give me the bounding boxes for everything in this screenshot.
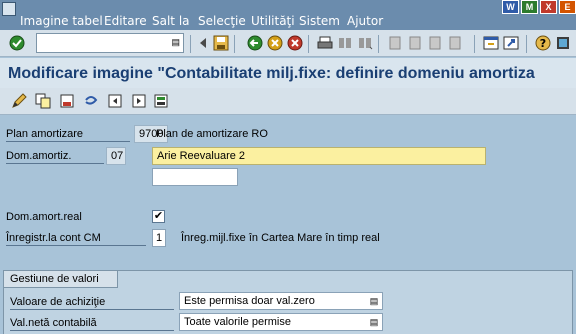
find-next-icon[interactable] [356, 34, 374, 52]
dom-amort-real-label: Dom.amort.real [6, 211, 82, 223]
menu-bar: Imagine tabel Editare Salt la Selecţie U… [0, 0, 576, 30]
shortcut-icon[interactable] [502, 34, 520, 52]
menu-imagine-tabel[interactable]: Imagine tabel [20, 14, 103, 28]
enter-icon[interactable] [8, 34, 26, 52]
excel-icon[interactable]: M [521, 0, 538, 14]
post-to-gl-description: Înreg.mijl.fixe în Cartea Mare în timp r… [181, 232, 380, 244]
customize-icon[interactable] [554, 34, 572, 52]
dom-amortiz-value: 07 [106, 147, 126, 165]
menu-salt-la[interactable]: Salt la [152, 14, 190, 28]
command-field[interactable]: ▤ [36, 33, 184, 53]
net-book-value-text: Toate valorile permise [184, 316, 291, 328]
close-window-icon[interactable]: X [540, 0, 557, 14]
previous-page-icon[interactable] [406, 34, 424, 52]
dropdown-icon[interactable]: ▤ [368, 295, 380, 307]
back-arrow-icon[interactable] [194, 34, 212, 52]
exit-icon[interactable] [266, 34, 284, 52]
plan-amortizare-label: Plan amortizare [6, 128, 130, 142]
menu-ajutor[interactable]: Ajutor [347, 14, 383, 28]
next-page-icon[interactable] [426, 34, 444, 52]
net-book-value-dropdown[interactable]: Toate valorile permise ▤ [179, 313, 383, 331]
next-entry-icon[interactable] [130, 92, 148, 110]
undo-icon[interactable] [82, 92, 100, 110]
valoare-achizitie-label: Valoare de achiziţie [10, 296, 174, 310]
menu-selectie[interactable]: Selecţie [198, 14, 246, 28]
back-icon[interactable] [246, 34, 264, 52]
dom-amortiz-label: Dom.amortiz. [6, 150, 104, 164]
window-menu-icon[interactable] [2, 2, 16, 16]
acquisition-value-text: Este permisa doar val.zero [184, 295, 315, 307]
val-neta-contabila-label: Val.netă contabilă [10, 317, 174, 331]
find-icon[interactable] [336, 34, 354, 52]
area-description-field[interactable]: Arie Reevaluare 2 [152, 147, 486, 165]
title-bar: Modificare imagine "Contabilitate milj.f… [0, 58, 576, 88]
application-icon[interactable]: E [559, 0, 576, 14]
real-area-checkbox[interactable]: ✔ [152, 210, 165, 223]
application-toolbar [0, 88, 576, 115]
help-icon[interactable]: ? [534, 34, 552, 52]
window-buttons: W M X E [502, 0, 576, 14]
new-session-icon[interactable] [482, 34, 500, 52]
copy-icon[interactable] [34, 92, 52, 110]
dropdown-icon[interactable]: ▤ [368, 316, 380, 328]
area-short-description-field[interactable] [152, 168, 238, 186]
save-icon[interactable] [212, 34, 230, 52]
history-dropdown-icon[interactable]: ▤ [171, 37, 180, 48]
command-input[interactable] [37, 34, 165, 52]
value-maintenance-group: Gestiune de valori Valoare de achiziţie … [3, 270, 573, 334]
last-page-icon[interactable] [446, 34, 464, 52]
menu-sistem[interactable]: Sistem [299, 14, 340, 28]
main-content: Plan amortizare 9700 Plan de amortizare … [0, 116, 576, 334]
delete-icon[interactable] [58, 92, 76, 110]
first-page-icon[interactable] [386, 34, 404, 52]
svg-text:?: ? [540, 37, 546, 50]
post-to-gl-field[interactable]: 1 [152, 229, 166, 247]
menu-utilitati[interactable]: Utilităţi [251, 14, 295, 28]
inregistr-cont-cm-label: Înregistr.la cont CM [6, 232, 146, 246]
previous-entry-icon[interactable] [106, 92, 124, 110]
plan-amortizare-description: Plan de amortizare RO [156, 128, 268, 140]
word-icon[interactable]: W [502, 0, 519, 14]
choose-icon[interactable] [152, 92, 170, 110]
cancel-icon[interactable] [286, 34, 304, 52]
menu-editare[interactable]: Editare [104, 14, 147, 28]
print-icon[interactable] [316, 34, 334, 52]
standard-toolbar: ▤ ? [0, 30, 576, 57]
change-icon[interactable] [10, 92, 28, 110]
page-title: Modificare imagine "Contabilitate milj.f… [8, 65, 535, 82]
acquisition-value-dropdown[interactable]: Este permisa doar val.zero ▤ [179, 292, 383, 310]
group-title: Gestiune de valori [4, 271, 118, 288]
